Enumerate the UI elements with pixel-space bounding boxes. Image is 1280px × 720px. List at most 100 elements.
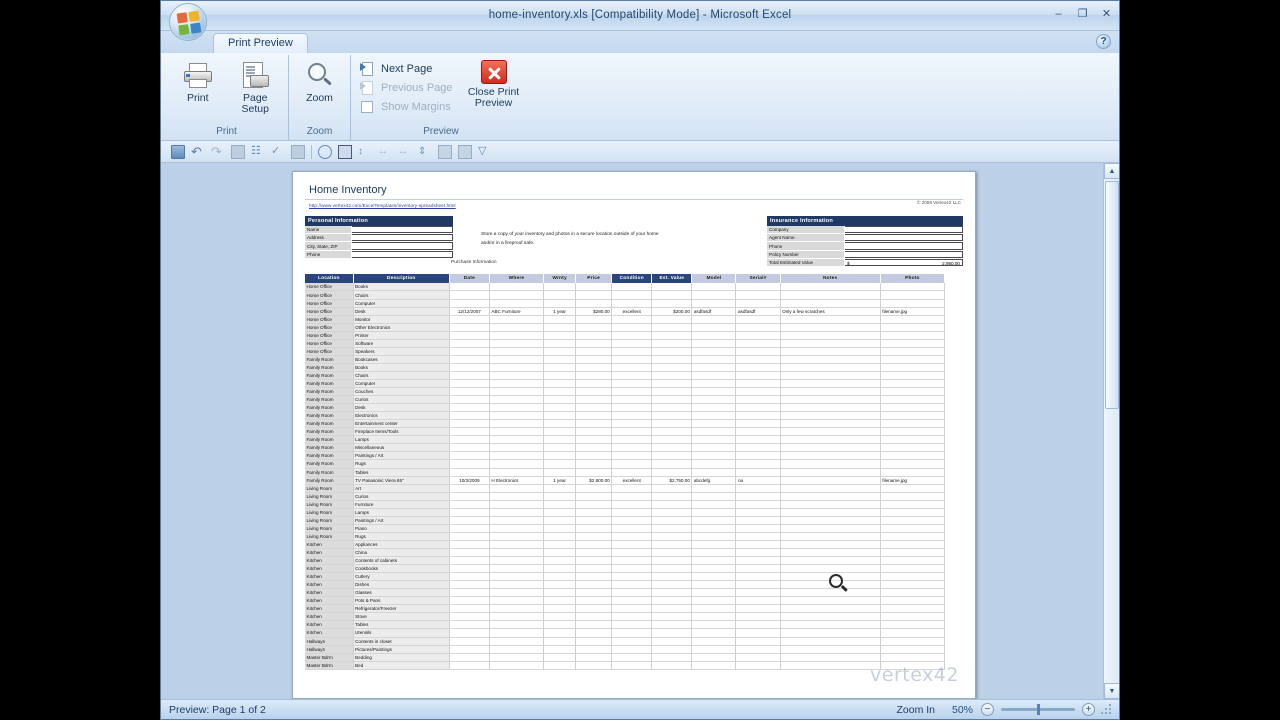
table-row[interactable]: Family Room Bookcases	[305, 355, 946, 364]
table-row[interactable]: Home Office Desk 12/12/2007 ABC Furniture 1 …	[305, 307, 946, 316]
undo-icon[interactable]: ↶	[191, 145, 205, 159]
table-row[interactable]: Family Room Fireplace Items/Tools	[305, 427, 946, 437]
field-input[interactable]	[845, 234, 963, 242]
scroll-up-arrow-icon[interactable]: ▲	[1104, 163, 1119, 179]
table-row[interactable]: Kitchen Pots & Pans	[305, 596, 946, 606]
table-row[interactable]: Living Room Paintings / Art	[305, 516, 946, 525]
table-row[interactable]: Hallways Pictures/Paintings	[305, 645, 946, 654]
minimize-button[interactable]: –	[1052, 8, 1065, 21]
previous-page-button[interactable]: Previous Page	[357, 79, 459, 97]
maximize-button[interactable]: ❐	[1076, 8, 1089, 21]
table-row[interactable]: Family Room Desk	[305, 403, 946, 413]
template-url-link[interactable]: http://www.vertex42.com/ExcelTemplates/i…	[305, 200, 963, 208]
paste-icon[interactable]	[438, 144, 452, 159]
field-input[interactable]	[352, 250, 453, 258]
table-row[interactable]: Living Room Piano	[305, 524, 946, 533]
table-row[interactable]: Home Office Chairs	[305, 290, 946, 300]
table-row[interactable]: Kitchen Cookbooks	[305, 564, 946, 574]
table-row[interactable]: Family Room Lamps	[305, 435, 946, 445]
table-row[interactable]: Kitchen Appliances	[305, 540, 946, 549]
table-row[interactable]: Family Room TV Panasonic Viera 65" 10/3/20…	[305, 476, 946, 485]
table-row[interactable]: Family Room Paintings / Art	[305, 451, 946, 461]
next-page-button[interactable]: Next Page	[357, 60, 459, 78]
redo-icon[interactable]: ↷	[211, 145, 225, 159]
table-row[interactable]: Hallways Contents in closet	[305, 637, 946, 646]
zoom-slider-handle[interactable]	[1037, 704, 1040, 715]
table-cell	[611, 290, 653, 300]
table-row[interactable]: Kitchen China	[305, 548, 946, 558]
table-row[interactable]: Living Room Curios	[305, 492, 946, 501]
resize-grip-icon[interactable]	[1101, 703, 1113, 716]
tab-print-preview[interactable]: Print Preview	[213, 33, 308, 53]
help-icon[interactable]: ?	[1096, 34, 1111, 49]
zoom-button[interactable]: Zoom	[295, 58, 344, 104]
zoom-percent-label[interactable]: 50%	[943, 704, 973, 716]
field-input[interactable]	[845, 250, 963, 258]
table-row[interactable]: Master Bdrm Bed	[305, 661, 946, 670]
scroll-down-arrow-icon[interactable]: ▼	[1104, 683, 1119, 699]
office-button[interactable]	[169, 3, 207, 41]
table-row[interactable]: Home Office Speakers	[305, 347, 946, 356]
table-row[interactable]: Family Room Computer	[305, 379, 946, 389]
table-row[interactable]: Kitchen Refrigerator/Freezer	[305, 604, 946, 614]
table-row[interactable]: Family Room Chairs	[305, 371, 946, 381]
table-cell	[449, 612, 490, 622]
table-row[interactable]: Home Office Printer	[305, 331, 946, 340]
table-row[interactable]: Kitchen Utensils	[305, 628, 946, 638]
page-setup-button[interactable]: Page Setup	[229, 58, 283, 115]
table-row[interactable]: Living Room Rugs	[305, 532, 946, 541]
table-row[interactable]: Kitchen Tables	[305, 620, 946, 630]
show-margins-toggle[interactable]: Show Margins	[357, 98, 459, 116]
print-button[interactable]: Print	[171, 58, 225, 104]
table-row[interactable]: Kitchen Stove	[305, 612, 946, 622]
table-row[interactable]: Family Room Miscellaneous	[305, 443, 946, 453]
table-row[interactable]: Living Room Art	[305, 484, 946, 493]
zoom-in-button[interactable]: +	[1082, 703, 1095, 716]
table-row[interactable]: Family Room Electronics	[305, 411, 946, 421]
table-row[interactable]: Home Office Software	[305, 339, 946, 348]
decrease-indent-icon[interactable]: ↔	[378, 145, 392, 159]
spelling-icon[interactable]: ✓	[271, 145, 285, 159]
increase-indent-icon[interactable]: ↔	[398, 145, 412, 159]
field-input[interactable]	[352, 242, 453, 250]
print-preview-canvas[interactable]: Home Inventory http://www.vertex42.com/E…	[161, 163, 1119, 699]
field-input[interactable]	[352, 226, 453, 234]
sort-icon[interactable]: ⇕	[418, 145, 432, 159]
table-row[interactable]: Living Room Lamps	[305, 508, 946, 517]
save-icon[interactable]	[171, 144, 185, 159]
fill-color-icon[interactable]	[338, 144, 352, 159]
customize-qat-icon[interactable]: ▽	[478, 145, 492, 159]
table-row[interactable]: Master Bdrm Bedding	[305, 653, 946, 662]
history-icon[interactable]	[318, 144, 332, 159]
table-row[interactable]: Living Room Furniture	[305, 500, 946, 509]
import-icon[interactable]	[458, 144, 472, 159]
table-row[interactable]: Family Room Rugs	[305, 459, 946, 469]
table-row[interactable]: Home Office Monitor	[305, 315, 946, 324]
field-input[interactable]	[352, 234, 453, 242]
table-cell	[880, 588, 946, 598]
table-row[interactable]: Kitchen Contents of cabinets	[305, 556, 946, 566]
field-input[interactable]	[845, 242, 963, 250]
zoom-out-button[interactable]: −	[981, 703, 994, 716]
organization-chart-icon[interactable]: ☷	[251, 145, 265, 159]
close-button[interactable]: ✕	[1100, 8, 1113, 21]
field-input[interactable]: $ 2,950.00	[845, 258, 963, 266]
table-row[interactable]: Home Office Computer	[305, 299, 946, 308]
table-row[interactable]: Home Office Books	[305, 282, 946, 292]
vertical-scrollbar[interactable]: ▲ ▼	[1103, 163, 1119, 699]
zoom-slider[interactable]: − +	[981, 703, 1095, 716]
table-row[interactable]: Family Room Entertainment center	[305, 419, 946, 429]
table-row[interactable]: Home Office Other Electronics	[305, 323, 946, 332]
picture-icon[interactable]	[291, 144, 305, 159]
field-input[interactable]	[845, 226, 963, 234]
table-row[interactable]: Family Room Books	[305, 363, 946, 372]
close-print-preview-button[interactable]: Close Print Preview	[463, 58, 525, 109]
table-cell	[543, 612, 577, 622]
table-row[interactable]: Family Room Curios	[305, 395, 946, 405]
print-icon[interactable]	[231, 144, 245, 159]
scrollbar-thumb[interactable]	[1105, 181, 1119, 409]
table-row[interactable]: Family Room Tables	[305, 468, 946, 477]
increase-decimal-icon[interactable]: ↕	[358, 145, 372, 159]
zoom-slider-track[interactable]	[1001, 704, 1075, 715]
table-row[interactable]: Family Room Couches	[305, 387, 946, 397]
